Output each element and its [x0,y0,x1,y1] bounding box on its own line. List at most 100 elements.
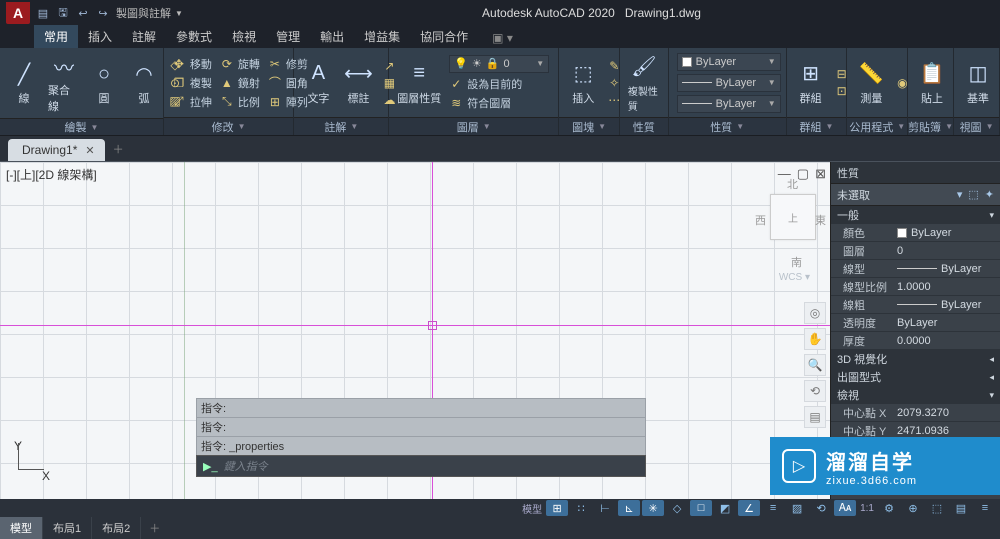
redo-icon[interactable]: ↪ [96,6,110,20]
transparency-toggle[interactable]: ▨ [786,500,808,516]
tab-addins[interactable]: 增益集 [354,25,410,48]
tab-insert[interactable]: 插入 [78,25,122,48]
undo-icon[interactable]: ↩ [76,6,90,20]
polar-toggle[interactable]: ✳ [642,500,664,516]
match-properties-button[interactable]: 🖌複製性質 [628,53,660,113]
close-icon[interactable]: ✕ [85,144,94,157]
status-model[interactable]: 模型 [520,501,544,516]
orbit-icon[interactable]: ⟲ [804,380,826,402]
menu-icon[interactable]: ▤ [36,6,50,20]
workspace-switch[interactable]: ⚙ [878,500,900,516]
pan-icon[interactable]: ✋ [804,328,826,350]
grid-toggle[interactable]: ⊞ [546,500,568,516]
layout-model[interactable]: 模型 [0,517,43,539]
palette-title[interactable]: 性質 [831,162,1000,184]
annoscale-toggle[interactable]: 🗛 [834,500,856,516]
layout-1[interactable]: 布局1 [43,517,92,539]
circle-button[interactable]: ○圓 [88,60,120,106]
prop-lineweight[interactable]: 線粗ByLayer [831,296,1000,314]
prop-thickness[interactable]: 厚度0.0000 [831,332,1000,350]
section-plotstyle[interactable]: 出圖型式◂ [831,368,1000,386]
showmotion-icon[interactable]: ▤ [804,406,826,428]
section-general[interactable]: 一般▾ [831,206,1000,224]
nav-wheel-icon[interactable]: ◎ [804,302,826,324]
dim-button[interactable]: ⟷標註 [342,60,374,106]
infer-toggle[interactable]: ⊢ [594,500,616,516]
lineweight-toggle[interactable]: ≡ [762,500,784,516]
snap-toggle[interactable]: ∷ [570,500,592,516]
wcs-label[interactable]: WCS ▾ [779,272,810,283]
cube-icon: ◫ [964,60,992,88]
palette-quick-icon[interactable]: ✦ [985,188,994,201]
viewport-label[interactable]: [-][上][2D 線架構] [6,166,97,183]
app-logo[interactable]: A [6,2,30,24]
insert-block-button[interactable]: ⬚插入 [567,60,599,106]
annotation-monitor[interactable]: ⊕ [902,500,924,516]
save-icon[interactable]: 🖫 [56,6,70,20]
tab-parametric[interactable]: 參數式 [166,25,222,48]
copy-button[interactable]: ❐複製 [172,75,212,91]
palette-pick-icon[interactable]: ⬚ [968,188,978,201]
otrack-toggle[interactable]: ∠ [738,500,760,516]
new-tab-button[interactable]: ＋ [105,137,132,161]
close-viewport-icon[interactable]: ⊠ [815,166,826,182]
tab-extra[interactable]: ▣ ▾ [482,28,523,48]
iso-toggle[interactable]: ◇ [666,500,688,516]
tab-collaborate[interactable]: 協同合作 [410,25,478,48]
units-toggle[interactable]: ⬚ [926,500,948,516]
command-input[interactable]: ▶_ 鍵入指令 [196,455,646,477]
base-view-button[interactable]: ◫基準 [962,60,994,106]
ortho-toggle[interactable]: ⊾ [618,500,640,516]
scale-button[interactable]: ⤡比例 [220,94,260,110]
section-3dvis[interactable]: 3D 視覺化◂ [831,350,1000,368]
lineweight-combo[interactable]: ByLayer▼ [677,74,781,92]
prop-transparency[interactable]: 透明度ByLayer [831,314,1000,332]
layer-properties-button[interactable]: ≡圖層性質 [397,60,441,106]
zoom-icon[interactable]: 🔍 [804,354,826,376]
line-button[interactable]: ╱線 [8,60,40,106]
title-bar: A ▤ 🖫 ↩ ↪ 製圖與註解▼ Autodesk AutoCAD 2020 D… [0,0,1000,26]
prop-center-x[interactable]: 中心點 X2079.3270 [831,404,1000,422]
arc-button[interactable]: ◠弧 [128,60,160,106]
prop-layer[interactable]: 圖層0 [831,242,1000,260]
prop-color[interactable]: 顏色ByLayer [831,224,1000,242]
maximize-viewport-icon[interactable]: ▢ [797,166,809,182]
stretch-button[interactable]: ⤢拉伸 [172,94,212,110]
layer-combo[interactable]: 💡 ☀ 🔒 0▼ [449,55,549,73]
prop-ltscale[interactable]: 線型比例1.0000 [831,278,1000,296]
make-current-button[interactable]: ✓設為目前的 [449,76,549,92]
file-tab-drawing1[interactable]: Drawing1* ✕ [8,139,105,161]
status-scale[interactable]: 1:1 [858,503,876,514]
tab-view[interactable]: 檢視 [222,25,266,48]
move-button[interactable]: ✥移動 [172,56,212,72]
section-view[interactable]: 檢視▾ [831,386,1000,404]
palette-dropdown-icon[interactable]: ▾ [957,188,963,201]
quickprops-toggle[interactable]: ▤ [950,500,972,516]
workspace-label[interactable]: 製圖與註解▼ [116,5,183,21]
3dosnap-toggle[interactable]: ◩ [714,500,736,516]
tab-output[interactable]: 輸出 [310,25,354,48]
osnap-toggle[interactable]: □ [690,500,712,516]
measure-button[interactable]: 📏測量 [855,60,887,106]
prop-linetype[interactable]: 線型ByLayer [831,260,1000,278]
layout-add[interactable]: ＋ [141,517,168,539]
cycling-toggle[interactable]: ⟲ [810,500,832,516]
paste-button[interactable]: 📋貼上 [916,60,948,106]
match-layer-button[interactable]: ≋符合圖層 [449,95,549,111]
group-button[interactable]: ⊞群組 [795,60,827,106]
viewcube[interactable]: 上 [770,194,816,240]
customize-toggle[interactable]: ≡ [974,500,996,516]
tab-home[interactable]: 常用 [34,25,78,48]
polyline-button[interactable]: 〰聚合線 [48,52,80,114]
palette-selection[interactable]: 未選取 ▾ ⬚ ✦ [831,184,1000,206]
rotate-button[interactable]: ⟳旋轉 [220,56,260,72]
tab-manage[interactable]: 管理 [266,25,310,48]
drawing-canvas[interactable]: [-][上][2D 線架構] — ▢ ⊠ 北 西 上 東 南 WCS ▾ ◎ ✋… [0,162,830,501]
tab-annotate[interactable]: 註解 [122,25,166,48]
viewcube-south: 南 [791,254,802,270]
color-combo[interactable]: ByLayer▼ [677,53,781,71]
layout-2[interactable]: 布局2 [92,517,141,539]
linetype-combo[interactable]: ByLayer▼ [677,95,781,113]
text-button[interactable]: A文字 [302,60,334,106]
mirror-button[interactable]: ▲鏡射 [220,75,260,91]
